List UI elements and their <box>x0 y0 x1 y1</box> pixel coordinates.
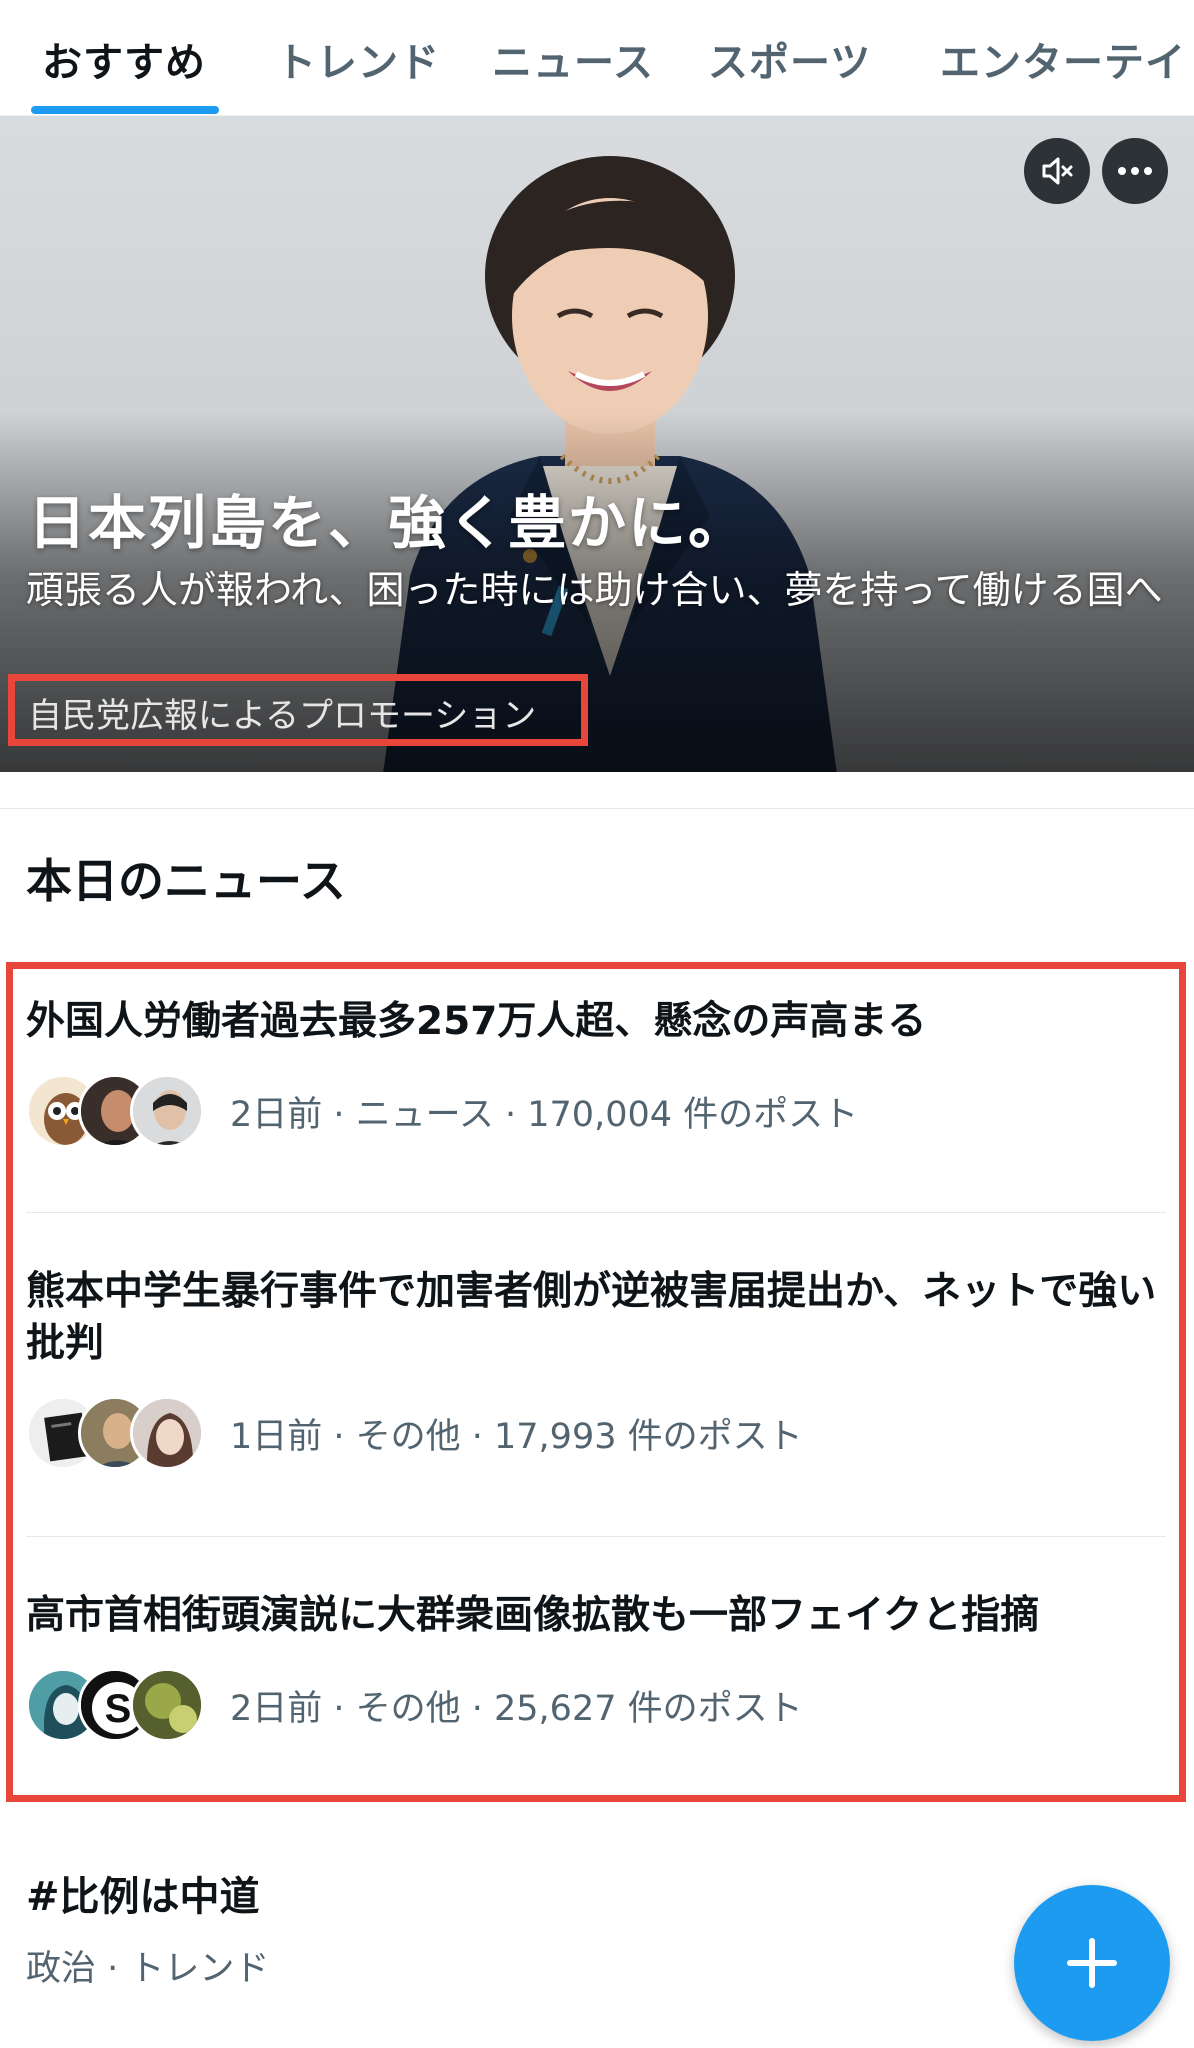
promoted-video-card[interactable]: 日本列島を、強く豊かに。 頑張る人が報われ、困った時には助け合い、夢を持って働け… <box>0 116 1194 772</box>
plus-icon <box>1067 1938 1117 1988</box>
more-options-button[interactable] <box>1102 138 1168 204</box>
news-meta: 1日前 · その他 · 17,993 件のポスト <box>230 1416 803 1457</box>
avatar-stack <box>26 1396 206 1470</box>
promo-description: 頑張る人が報われ、困った時には助け合い、夢を持って働ける国へ <box>26 568 1163 612</box>
news-title: 外国人労働者過去最多257万人超、懸念の声高まる <box>26 999 927 1044</box>
news-title: 高市首相街頭演説に大群衆画像拡散も一部フェイクと指摘 <box>26 1593 1040 1638</box>
svg-text:S: S <box>105 1687 132 1731</box>
tab-recommended[interactable]: おすすめ <box>42 30 206 88</box>
person-avatar-icon <box>133 1399 201 1467</box>
avatar-stack <box>26 1074 206 1148</box>
tab-news[interactable]: ニュース <box>492 30 654 88</box>
nature-avatar-icon <box>133 1671 201 1739</box>
tab-sports[interactable]: スポーツ <box>708 30 871 88</box>
person-avatar-icon <box>133 1077 201 1145</box>
news-separator <box>26 1536 1166 1537</box>
avatar <box>130 1074 204 1148</box>
tab-trending[interactable]: トレンド <box>276 30 440 88</box>
news-title: 熊本中学生暴行事件で加害者側が逆被害届提出か、ネットで強い批判 <box>26 1269 1157 1366</box>
explore-tabs: おすすめ トレンド ニュース スポーツ エンターテイ <box>0 0 1194 116</box>
news-meta-row: 2日前 · ニュース · 170,004 件のポスト <box>26 1074 1166 1148</box>
active-tab-indicator <box>31 106 219 114</box>
news-meta: 2日前 · ニュース · 170,004 件のポスト <box>230 1094 859 1135</box>
section-divider <box>0 808 1194 809</box>
avatar <box>130 1396 204 1470</box>
tab-entertainment[interactable]: エンターテイ <box>940 30 1186 88</box>
news-meta-row: 1日前 · その他 · 17,993 件のポスト <box>26 1396 1166 1470</box>
avatar <box>130 1668 204 1742</box>
speaker-muted-icon <box>1042 157 1073 185</box>
news-item[interactable]: 熊本中学生暴行事件で加害者側が逆被害届提出か、ネットで強い批判 1日前 · その… <box>26 1266 1166 1470</box>
news-meta-row: S 2日前 · その他 · 25,627 件のポスト <box>26 1668 1166 1742</box>
compose-post-button[interactable] <box>1014 1885 1170 2041</box>
promo-sponsor-label[interactable]: 自民党広報によるプロモーション <box>28 688 536 737</box>
mute-button[interactable] <box>1024 138 1090 204</box>
avatar-stack: S <box>26 1668 206 1742</box>
section-title-todays-news: 本日のニュース <box>26 854 346 908</box>
trend-hashtag[interactable]: #比例は中道 <box>26 1864 260 1922</box>
news-item[interactable]: 高市首相街頭演説に大群衆画像拡散も一部フェイクと指摘 S 2日前 · その他 ·… <box>26 1590 1166 1742</box>
news-item[interactable]: 外国人労働者過去最多257万人超、懸念の声高まる 2日前 · ニュース · 17… <box>26 996 1166 1148</box>
trend-meta: 政治 · トレンド <box>26 1949 270 1989</box>
promo-title: 日本列島を、強く豊かに。 <box>28 489 749 557</box>
more-dots-icon <box>1118 167 1152 175</box>
news-separator <box>26 1212 1166 1213</box>
news-meta: 2日前 · その他 · 25,627 件のポスト <box>230 1688 803 1729</box>
